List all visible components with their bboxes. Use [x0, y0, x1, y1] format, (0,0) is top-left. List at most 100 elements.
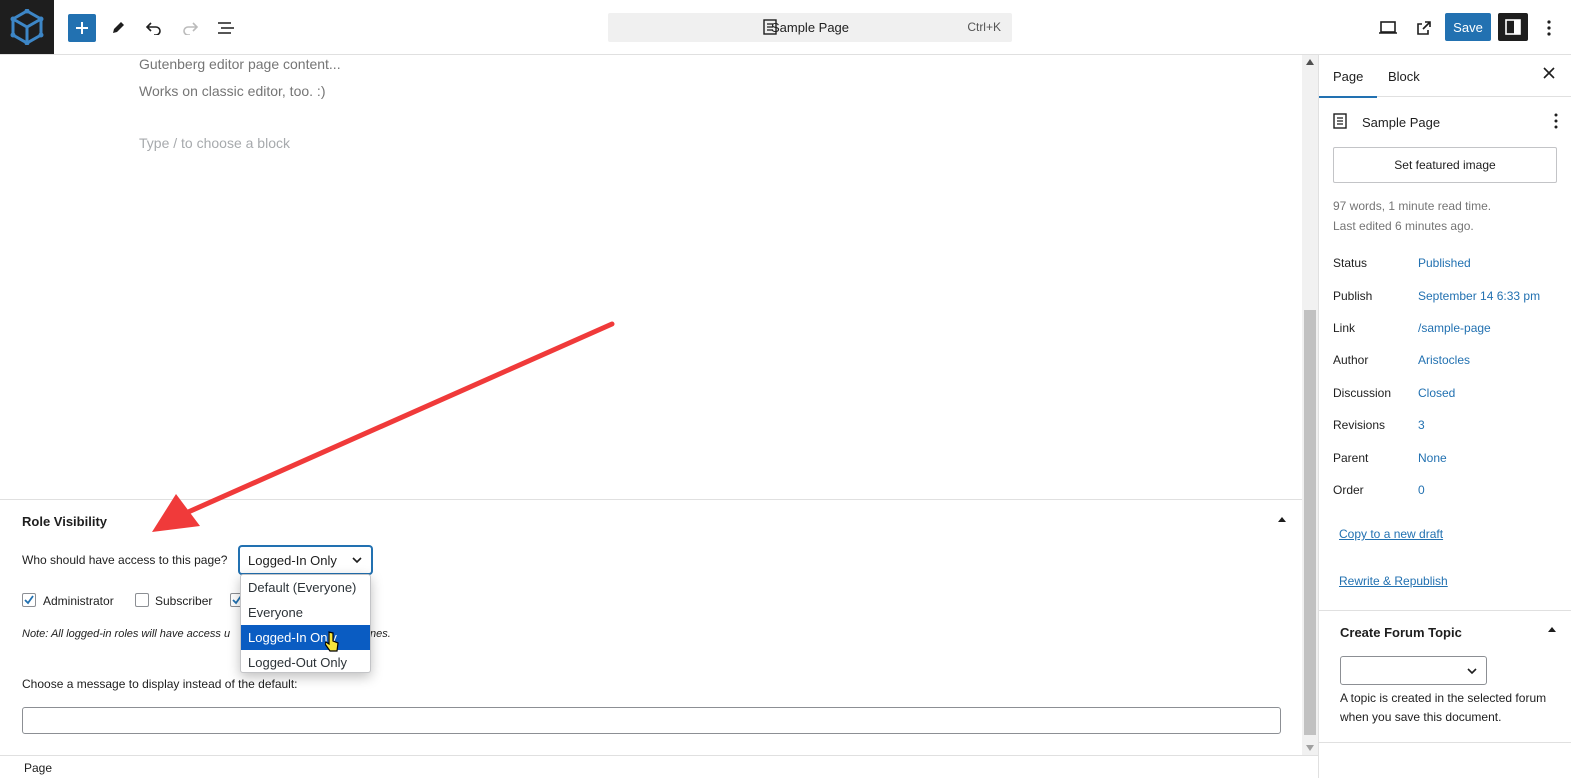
- editor-canvas[interactable]: Gutenberg editor page content... Works o…: [0, 55, 1302, 499]
- shortcut-hint: Ctrl+K: [967, 20, 1001, 34]
- access-options-list: Default (Everyone) Everyone Logged-In On…: [240, 574, 371, 673]
- publish-row: Publish September 14 6:33 pm: [1333, 289, 1558, 307]
- revisions-label: Revisions: [1333, 418, 1386, 432]
- option-default-everyone[interactable]: Default (Everyone): [241, 575, 370, 600]
- document-icon: [1333, 113, 1347, 129]
- settings-toggle-button[interactable]: [1498, 13, 1528, 41]
- status-row: Status Published: [1333, 256, 1558, 274]
- option-logged-in-only[interactable]: Logged-In Only: [241, 625, 370, 650]
- last-edited: Last edited 6 minutes ago.: [1333, 219, 1474, 233]
- forum-select[interactable]: [1340, 656, 1487, 685]
- view-page-button[interactable]: [1410, 14, 1438, 42]
- redo-icon: [183, 22, 198, 35]
- settings-sidebar: Page Block Sample Page Set featured imag…: [1318, 55, 1571, 778]
- revisions-value[interactable]: 3: [1418, 418, 1425, 432]
- forum-help-text: A topic is created in the selected forum…: [1340, 691, 1547, 724]
- access-note-end: nes.: [370, 628, 391, 640]
- discussion-label: Discussion: [1333, 386, 1392, 400]
- subscriber-checkbox[interactable]: [135, 593, 149, 607]
- block-placeholder[interactable]: Type / to choose a block: [139, 135, 290, 151]
- site-logo-icon[interactable]: [0, 0, 54, 54]
- access-select[interactable]: Logged-In Only: [239, 546, 372, 574]
- link-label: Link: [1333, 321, 1356, 335]
- revisions-row: Revisions 3: [1333, 418, 1558, 436]
- access-note: Note: All logged-in roles will have acce…: [22, 628, 231, 640]
- publish-value[interactable]: September 14 6:33 pm: [1418, 289, 1540, 303]
- order-label: Order: [1333, 483, 1364, 497]
- close-icon[interactable]: [1543, 67, 1555, 79]
- desktop-preview-icon: [1379, 21, 1397, 34]
- author-row: Author Aristocles: [1333, 353, 1558, 371]
- pencil-icon: [113, 22, 124, 33]
- undo-button[interactable]: [140, 14, 168, 42]
- plus-icon: [76, 22, 88, 34]
- sidebar-toggle-icon: [1505, 19, 1521, 35]
- administrator-label: Administrator: [43, 594, 114, 608]
- option-logged-out-only[interactable]: Logged-Out Only: [241, 650, 370, 675]
- options-button[interactable]: [1535, 14, 1563, 42]
- preview-button[interactable]: [1374, 14, 1402, 42]
- role-visibility-metabox: Role Visibility Who should have access t…: [0, 499, 1302, 755]
- command-palette-button[interactable]: Sample Page Ctrl+K: [608, 13, 1012, 42]
- mouse-cursor-icon: [325, 631, 339, 652]
- breadcrumb[interactable]: Page: [24, 761, 52, 775]
- access-question-label: Who should have access to this page?: [22, 553, 228, 567]
- publish-label: Publish: [1333, 289, 1373, 303]
- metabox-title: Role Visibility: [22, 514, 108, 529]
- message-input[interactable]: [22, 707, 1281, 734]
- collapse-arrow-icon[interactable]: [1548, 627, 1556, 632]
- redo-button[interactable]: [176, 14, 204, 42]
- parent-value[interactable]: None: [1418, 451, 1447, 465]
- undo-icon: [146, 22, 161, 35]
- save-button[interactable]: Save: [1445, 13, 1491, 41]
- discussion-row: Discussion Closed: [1333, 386, 1558, 404]
- rewrite-republish-link[interactable]: Rewrite & Republish: [1339, 574, 1448, 588]
- list-view-icon: [218, 22, 234, 34]
- tab-page[interactable]: Page: [1318, 69, 1378, 98]
- parent-label: Parent: [1333, 451, 1369, 465]
- editor-scrollbar[interactable]: [1302, 55, 1318, 755]
- order-value[interactable]: 0: [1418, 483, 1425, 497]
- scroll-up-arrow-icon[interactable]: [1306, 59, 1314, 65]
- discussion-value[interactable]: Closed: [1418, 386, 1455, 400]
- tools-button[interactable]: [104, 14, 132, 42]
- chevron-down-icon: [1467, 668, 1477, 675]
- status-value[interactable]: Published: [1418, 256, 1471, 270]
- author-value[interactable]: Aristocles: [1418, 353, 1470, 367]
- document-card: Sample Page: [1333, 113, 1558, 133]
- editor-header: Sample Page Ctrl+K Save: [0, 0, 1571, 55]
- document-title: Sample Page: [770, 20, 850, 35]
- set-featured-image-button[interactable]: Set featured image: [1333, 147, 1557, 183]
- checkmark-icon: [24, 595, 34, 605]
- options-icon: [1547, 20, 1551, 36]
- scroll-down-arrow-icon[interactable]: [1306, 745, 1314, 751]
- sidebar-tabs: Page Block: [1318, 55, 1571, 98]
- chevron-down-icon: [352, 557, 362, 564]
- create-forum-topic-panel: Create Forum Topic A topic is created in…: [1319, 610, 1571, 743]
- subscriber-label: Subscriber: [155, 594, 213, 608]
- editor-footer: Page: [0, 755, 1318, 778]
- forum-panel-title: Create Forum Topic: [1340, 625, 1462, 640]
- order-row: Order 0: [1333, 483, 1558, 501]
- option-everyone[interactable]: Everyone: [241, 600, 370, 625]
- word-count: 97 words, 1 minute read time.: [1333, 199, 1492, 213]
- administrator-checkbox[interactable]: [22, 593, 36, 607]
- list-view-button[interactable]: [212, 14, 240, 42]
- status-label: Status: [1333, 256, 1368, 270]
- document-name: Sample Page: [1362, 115, 1441, 130]
- copy-to-draft-link[interactable]: Copy to a new draft: [1339, 527, 1443, 541]
- author-label: Author: [1333, 353, 1369, 367]
- tab-block[interactable]: Block: [1388, 69, 1420, 84]
- paragraph-block[interactable]: Works on classic editor, too. :): [139, 83, 325, 99]
- scrollbar-thumb[interactable]: [1304, 310, 1316, 735]
- access-select-value: Logged-In Only: [248, 553, 337, 568]
- kebab-menu-icon[interactable]: [1554, 113, 1558, 129]
- link-value[interactable]: /sample-page: [1418, 321, 1491, 335]
- paragraph-block[interactable]: Gutenberg editor page content...: [139, 56, 341, 72]
- link-row: Link /sample-page: [1333, 321, 1558, 339]
- collapse-arrow-icon[interactable]: [1278, 517, 1286, 522]
- add-block-button[interactable]: [68, 14, 96, 42]
- parent-row: Parent None: [1333, 451, 1558, 469]
- external-view-icon: [1417, 21, 1431, 35]
- message-label: Choose a message to display instead of t…: [22, 677, 298, 691]
